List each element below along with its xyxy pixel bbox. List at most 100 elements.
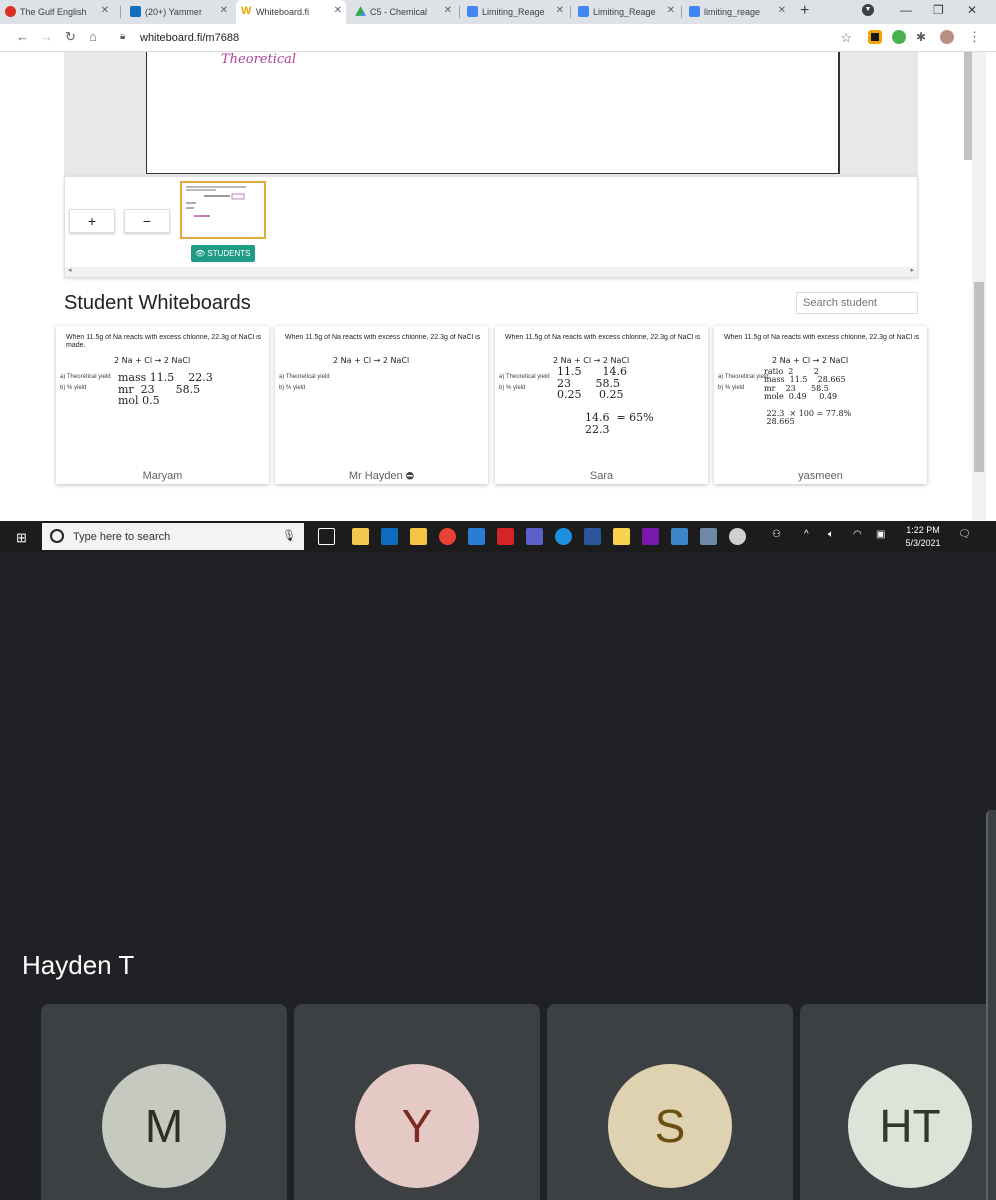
taskbar-search-box[interactable]: Type here to search 🎙︎ bbox=[42, 523, 304, 550]
taskbar-clock[interactable]: 1:22 PM 5/3/2021 bbox=[898, 524, 948, 550]
close-icon[interactable]: ✕ bbox=[778, 5, 786, 16]
close-icon[interactable]: ✕ bbox=[444, 5, 452, 16]
avatar: S bbox=[608, 1064, 732, 1188]
hidden-user-icon: ⛔︎ bbox=[405, 471, 415, 482]
page-thumbnail[interactable] bbox=[180, 181, 266, 239]
extension-icon[interactable] bbox=[892, 30, 906, 44]
gulf-english-favicon-icon bbox=[5, 6, 16, 17]
equation-text: 2 Na + Cl → 2 NaCl bbox=[333, 356, 410, 365]
thumbnail-preview bbox=[186, 186, 246, 217]
volume-icon[interactable]: 🔈︎ bbox=[828, 529, 834, 540]
teacher-whiteboard-canvas[interactable]: Theoretical bbox=[146, 52, 840, 174]
bookmark-star-icon[interactable]: ☆ bbox=[840, 30, 852, 46]
google-drive-icon bbox=[355, 6, 366, 16]
tab-divider bbox=[120, 6, 121, 18]
participant-tile[interactable]: S bbox=[547, 1004, 793, 1200]
participant-tile[interactable]: Y bbox=[294, 1004, 540, 1200]
tab-gulf-english[interactable]: The Gulf English ✕ bbox=[0, 0, 113, 24]
home-icon[interactable]: ⌂ bbox=[89, 29, 97, 44]
restore-icon[interactable]: ❐ bbox=[933, 3, 944, 17]
page-scrollbar[interactable] bbox=[972, 52, 986, 520]
student-card-mr-hayden[interactable]: When 11.5g of Na reacts with excess chlo… bbox=[275, 326, 488, 484]
eye-icon: 👁︎ bbox=[195, 249, 206, 258]
answer-labels: a) Theoretical yield b) % yield bbox=[718, 374, 769, 391]
wifi-icon[interactable]: ◠ bbox=[853, 529, 862, 540]
onenote-icon[interactable] bbox=[642, 528, 659, 545]
paint-icon[interactable] bbox=[729, 528, 746, 545]
cortana-icon bbox=[50, 529, 64, 543]
close-icon[interactable]: ✕ bbox=[334, 5, 342, 16]
task-view-icon[interactable] bbox=[318, 528, 335, 545]
address-bar[interactable]: 🔒︎ whiteboard.fi/m7688 ☆ bbox=[112, 27, 862, 49]
acrobat-icon[interactable] bbox=[497, 528, 514, 545]
tab-whiteboard[interactable]: W Whiteboard.fi ✕ bbox=[236, 0, 346, 24]
student-name: yasmeen bbox=[798, 470, 843, 482]
scroll-right-icon[interactable]: ▸ bbox=[910, 266, 914, 274]
calculator-icon[interactable] bbox=[700, 528, 717, 545]
edge-icon[interactable] bbox=[555, 528, 572, 545]
tab-divider bbox=[459, 6, 460, 18]
windows-start-icon[interactable]: ⊞ bbox=[16, 530, 27, 546]
tab-limiting-reagent-2[interactable]: Limiting_Reage ✕ bbox=[573, 0, 679, 24]
equation-text: 2 Na + Cl → 2 NaCl bbox=[114, 356, 191, 365]
page-scrollbar-thumb[interactable] bbox=[974, 282, 984, 472]
tab-limiting-reagent-3[interactable]: limiting_reage ✕ bbox=[684, 0, 790, 24]
extension-icon[interactable] bbox=[868, 30, 882, 44]
chrome-icon[interactable] bbox=[439, 528, 456, 545]
teams-icon[interactable] bbox=[526, 528, 543, 545]
participant-tile[interactable]: HT bbox=[800, 1004, 996, 1200]
lock-icon: 🔒︎ bbox=[120, 31, 126, 42]
microphone-icon[interactable]: 🎙︎ bbox=[282, 529, 296, 542]
student-name: Maryam bbox=[142, 470, 183, 482]
tab-c5-chemical[interactable]: C5 - Chemical ✕ bbox=[350, 0, 456, 24]
students-toggle-button[interactable]: 👁︎ STUDENTS bbox=[191, 245, 255, 262]
google-docs-icon bbox=[578, 6, 589, 17]
question-text: When 11.5g of Na reacts with excess chlo… bbox=[724, 334, 920, 341]
participant-tile[interactable]: M bbox=[41, 1004, 287, 1200]
word-icon[interactable] bbox=[584, 528, 601, 545]
tab-divider bbox=[681, 6, 682, 18]
tray-overflow-icon[interactable]: ^ bbox=[804, 529, 809, 540]
zoom-out-button[interactable]: − bbox=[124, 209, 170, 233]
handwritten-work: 11.5 14.6 23 58.5 0.25 0.25 14.6 = 65% 2… bbox=[557, 365, 654, 436]
zoom-in-button[interactable]: + bbox=[69, 209, 115, 233]
reload-icon[interactable]: ↻ bbox=[65, 29, 76, 45]
tab-search-icon[interactable]: ▼ bbox=[862, 4, 874, 16]
back-arrow-icon[interactable]: ← bbox=[16, 29, 29, 44]
students-button-label: STUDENTS bbox=[207, 249, 251, 258]
file-explorer-icon[interactable] bbox=[410, 528, 427, 545]
tab-yammer[interactable]: (20+) Yammer ✕ bbox=[125, 0, 232, 24]
student-card-sara[interactable]: When 11.5g of Na reacts with excess chlo… bbox=[495, 326, 708, 484]
mail-icon[interactable] bbox=[468, 528, 485, 545]
scroll-left-icon[interactable]: ◂ bbox=[68, 266, 72, 274]
horizontal-scrollbar[interactable]: ◂ ▸ bbox=[65, 267, 917, 277]
question-text: When 11.5g of Na reacts with excess chlo… bbox=[285, 334, 481, 341]
photos-icon[interactable] bbox=[671, 528, 688, 545]
puzzle-extensions-icon[interactable]: ✱ bbox=[916, 30, 930, 44]
search-student-input[interactable] bbox=[796, 292, 918, 314]
question-text: When 11.5g of Na reacts with excess chlo… bbox=[66, 334, 262, 349]
handwritten-work: ratio 2 2 mass 11.5 28.665 mr 23 58.5 mo… bbox=[764, 367, 852, 427]
close-icon[interactable]: ✕ bbox=[101, 5, 109, 16]
notifications-icon[interactable]: 🗨︎ bbox=[958, 529, 971, 540]
minimize-icon[interactable]: — bbox=[900, 3, 912, 17]
profile-avatar[interactable] bbox=[940, 30, 954, 44]
close-icon[interactable]: ✕ bbox=[220, 5, 228, 16]
student-card-maryam[interactable]: When 11.5g of Na reacts with excess chlo… bbox=[56, 326, 269, 484]
tab-limiting-reagent-1[interactable]: Limiting_Reage ✕ bbox=[462, 0, 568, 24]
student-name: Mr Hayden ⛔︎ bbox=[348, 470, 415, 482]
outlook-icon[interactable] bbox=[381, 528, 398, 545]
people-icon[interactable]: ⚇ bbox=[772, 529, 781, 540]
close-window-icon[interactable]: ✕ bbox=[967, 3, 977, 17]
close-icon[interactable]: ✕ bbox=[667, 5, 675, 16]
forward-arrow-icon[interactable]: → bbox=[40, 29, 53, 44]
browser-toolbar: ← → ↻ ⌂ 🔒︎ whiteboard.fi/m7688 ☆ ✱ ⋮ bbox=[0, 24, 996, 52]
student-card-yasmeen[interactable]: When 11.5g of Na reacts with excess chlo… bbox=[714, 326, 927, 484]
display-icon[interactable]: ▣ bbox=[876, 529, 885, 540]
sticky-notes-icon[interactable] bbox=[613, 528, 630, 545]
store-icon[interactable] bbox=[352, 528, 369, 545]
kebab-menu-icon[interactable]: ⋮ bbox=[968, 29, 981, 45]
question-text: When 11.5g of Na reacts with excess chlo… bbox=[505, 334, 701, 341]
new-tab-button[interactable]: + bbox=[800, 2, 809, 20]
close-icon[interactable]: ✕ bbox=[556, 5, 564, 16]
